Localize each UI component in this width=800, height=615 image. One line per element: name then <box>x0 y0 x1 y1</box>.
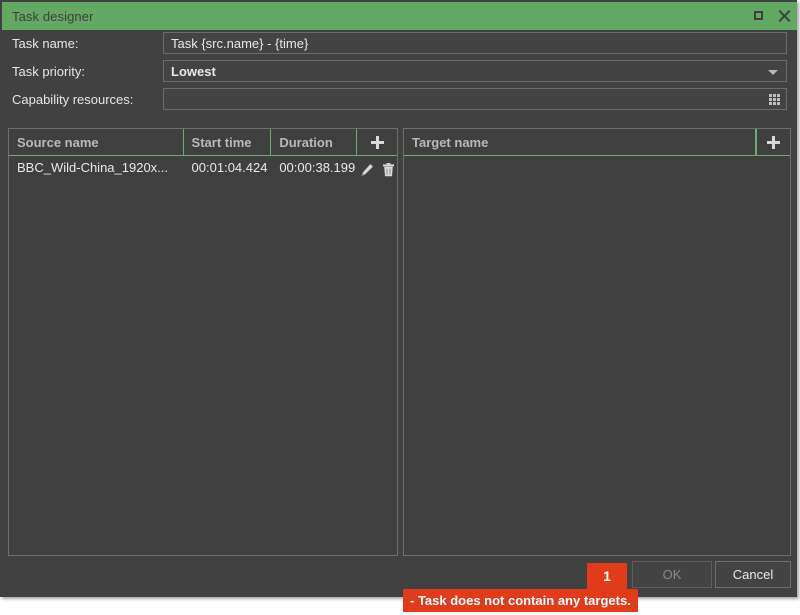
pencil-icon[interactable] <box>360 161 374 176</box>
task-designer-dialog: Task designer Task name: Task {src.name}… <box>0 0 797 597</box>
window-title: Task designer <box>12 8 94 24</box>
dialog-footer: OK Cancel <box>0 556 797 597</box>
capability-resources-input[interactable] <box>163 88 787 110</box>
capability-resources-row: Capability resources: <box>0 88 797 110</box>
add-source-button[interactable] <box>357 129 397 155</box>
chevron-down-icon[interactable] <box>768 70 778 75</box>
task-priority-row: Task priority: Lowest <box>0 60 797 82</box>
row-actions <box>357 156 397 180</box>
maximize-icon[interactable] <box>753 10 766 23</box>
target-panel: Target name <box>403 128 791 556</box>
validation-message-text: - Task does not contain any targets. <box>410 593 631 608</box>
capability-resources-label: Capability resources: <box>12 91 134 107</box>
trash-icon[interactable] <box>382 161 395 177</box>
task-priority-select[interactable]: Lowest <box>163 60 787 82</box>
task-priority-label: Task priority: <box>12 63 85 79</box>
plus-icon <box>767 135 780 149</box>
column-header-source-name[interactable]: Source name <box>9 129 184 155</box>
task-name-label: Task name: <box>12 35 79 51</box>
target-table-body <box>404 156 790 555</box>
cell-duration: 00:00:38.199 <box>279 160 356 175</box>
column-header-start-time[interactable]: Start time <box>184 129 272 155</box>
panels-container: Source name Start time Duration BBC_Wild… <box>8 128 791 556</box>
source-table-body: BBC_Wild-China_1920x... 00:01:04.424 00:… <box>9 156 397 555</box>
table-row[interactable]: BBC_Wild-China_1920x... 00:01:04.424 00:… <box>9 156 397 180</box>
cancel-button[interactable]: Cancel <box>715 561 791 588</box>
task-form: Task name: Task {src.name} - {time} Task… <box>0 32 797 116</box>
source-panel: Source name Start time Duration BBC_Wild… <box>8 128 398 556</box>
window-controls <box>753 2 791 30</box>
column-header-target-name[interactable]: Target name <box>404 129 756 155</box>
add-target-button[interactable] <box>756 129 790 155</box>
task-priority-value: Lowest <box>171 63 216 79</box>
grid-dots-icon[interactable] <box>769 94 780 105</box>
validation-message: - Task does not contain any targets. <box>403 589 638 612</box>
validation-badge[interactable]: 1 <box>587 563 627 589</box>
cell-start-time: 00:01:04.424 <box>191 160 268 175</box>
column-header-duration[interactable]: Duration <box>271 129 358 155</box>
cell-source-name: BBC_Wild-China_1920x... <box>17 160 169 175</box>
target-table-header: Target name <box>404 129 790 156</box>
ok-button[interactable]: OK <box>632 561 712 588</box>
task-name-row: Task name: Task {src.name} - {time} <box>0 32 797 54</box>
close-icon[interactable] <box>778 10 791 23</box>
source-table-header: Source name Start time Duration <box>9 129 397 156</box>
task-name-value: Task {src.name} - {time} <box>171 35 309 51</box>
task-name-input[interactable]: Task {src.name} - {time} <box>163 32 787 54</box>
title-bar: Task designer <box>2 2 797 30</box>
plus-icon <box>370 135 384 149</box>
